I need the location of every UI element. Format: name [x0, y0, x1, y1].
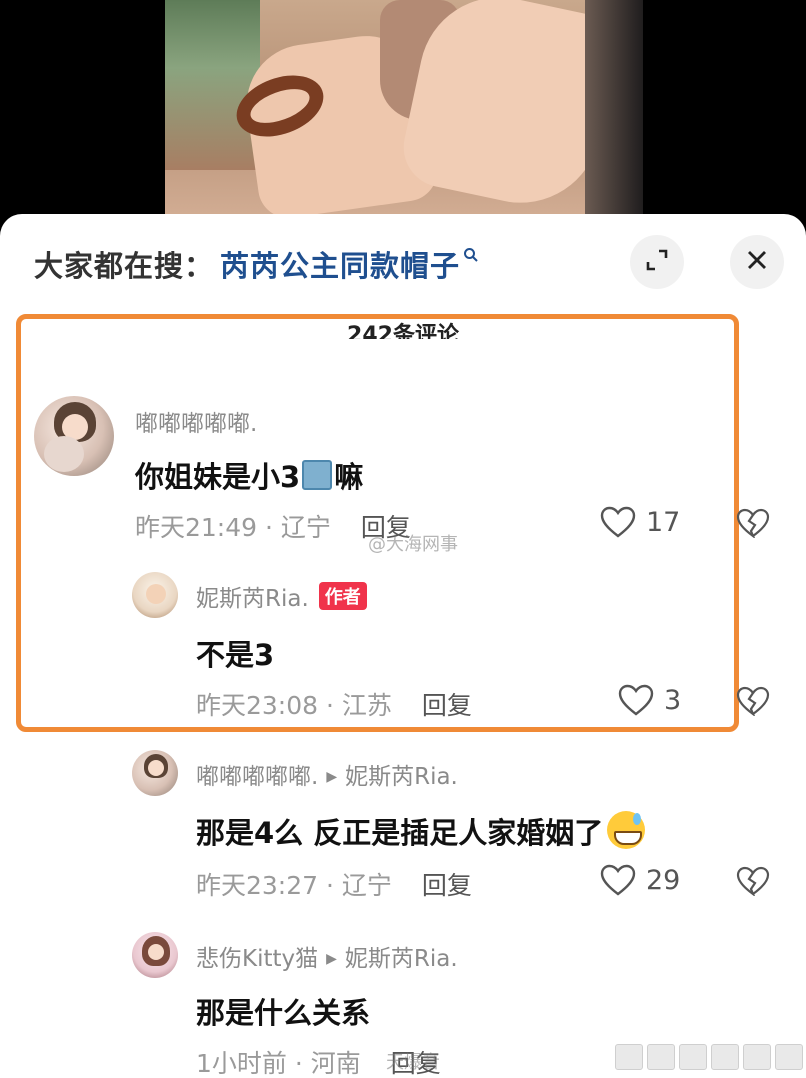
expand-button[interactable]	[630, 235, 684, 289]
comment-count-title: 242条评论	[347, 323, 459, 339]
close-icon	[746, 249, 768, 275]
search-icon[interactable]	[463, 247, 479, 267]
avatar[interactable]	[132, 750, 178, 796]
comment-meta: 昨天23:08 · 江苏 回复	[196, 686, 472, 722]
photo-content	[165, 0, 643, 240]
avatar[interactable]	[34, 396, 114, 476]
comment-sheet: 大家都在搜： 芮芮公主同款帽子 242条评论 嘟嘟嘟嘟嘟. 你姐妹是小3 嘛 昨…	[0, 214, 806, 1078]
search-suggestion[interactable]: 大家都在搜： 芮芮公主同款帽子	[34, 244, 479, 284]
comment-text: 你姐妹是小3 嘛	[135, 460, 364, 494]
author-badge: 作者	[318, 582, 367, 610]
watermark: @大海网事	[368, 534, 458, 555]
expand-icon	[644, 247, 670, 277]
reply-button[interactable]: 回复	[422, 691, 472, 720]
reply-arrow-icon: ▶	[326, 769, 338, 785]
video-photo[interactable]	[0, 0, 806, 240]
heart-icon	[618, 684, 654, 716]
comment-time: 1小时前 · 河南	[196, 1049, 361, 1078]
search-link[interactable]: 芮芮公主同款帽子	[220, 243, 460, 285]
avatar[interactable]	[132, 572, 178, 618]
comment-text: 那是什么关系	[196, 996, 371, 1030]
avatar[interactable]	[132, 932, 178, 978]
comment-time: 昨天21:49 · 辽宁	[135, 513, 331, 542]
comment-username[interactable]: 妮斯芮Ria. 作者	[196, 579, 367, 613]
comment-text: 那是4么 反正是插足人家婚姻了	[196, 810, 646, 852]
comment-username[interactable]: 嘟嘟嘟嘟嘟. ▶ 妮斯芮Ria.	[196, 757, 458, 791]
like-count: 3	[664, 684, 682, 716]
dislike-icon[interactable]	[736, 686, 770, 716]
heart-icon	[600, 506, 636, 538]
reply-button[interactable]: 回复	[422, 871, 472, 900]
scroll-indicator	[615, 1044, 803, 1070]
comment-text: 不是3	[196, 638, 275, 672]
comment-username[interactable]: 悲伤Kitty猫 ▶ 妮斯芮Ria.	[196, 939, 458, 973]
close-button[interactable]	[730, 235, 784, 289]
dislike-icon[interactable]	[736, 508, 770, 538]
dislike-icon[interactable]	[736, 866, 770, 896]
square-emoji-icon	[302, 460, 333, 490]
comment-username[interactable]: 嘟嘟嘟嘟嘟.	[135, 404, 257, 438]
reply-arrow-icon: ▶	[326, 951, 337, 967]
search-prefix: 大家都在搜：	[34, 249, 215, 283]
comment-time: 昨天23:08 · 江苏	[196, 691, 392, 720]
grin-sweat-emoji-icon	[607, 811, 646, 849]
like-button[interactable]: 29	[600, 864, 680, 896]
heart-icon	[600, 864, 636, 896]
like-count: 29	[646, 864, 681, 896]
watermark: 天爆音	[386, 1052, 440, 1073]
like-button[interactable]: 3	[618, 684, 681, 716]
comment-time: 昨天23:27 · 辽宁	[196, 871, 392, 900]
like-count: 17	[646, 506, 681, 538]
like-button[interactable]: 17	[600, 506, 680, 538]
comment-meta: 昨天23:27 · 辽宁 回复	[196, 866, 472, 902]
